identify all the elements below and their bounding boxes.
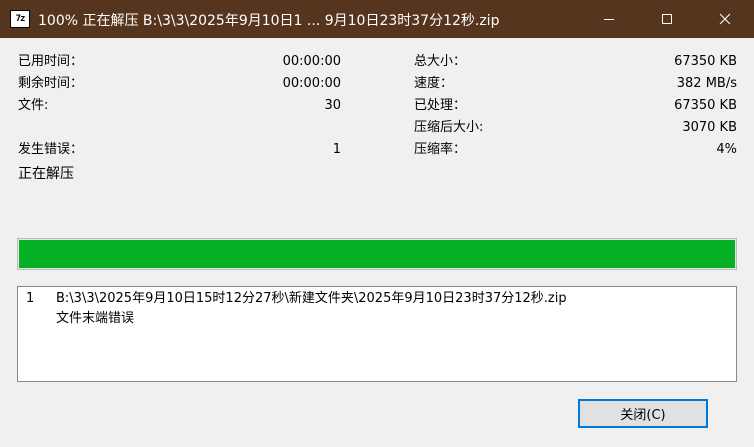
status-text: 正在解压 xyxy=(18,166,74,182)
title-bar[interactable]: 7z 100% 正在解压 B:\3\3\2025年9月10日1 ... 9月10… xyxy=(0,0,754,38)
errors-label: 发生错误： xyxy=(18,142,84,157)
speed-label: 速度： xyxy=(414,76,454,91)
minimize-button[interactable] xyxy=(580,0,638,38)
close-window-button[interactable] xyxy=(696,0,754,38)
window-title: 100% 正在解压 B:\3\3\2025年9月10日1 ... 9月10日23… xyxy=(38,13,500,29)
progress-bar-fill xyxy=(19,240,735,268)
compression-ratio-label: 压缩率： xyxy=(414,142,467,157)
progress-bar xyxy=(17,238,737,270)
close-icon xyxy=(719,13,731,25)
remaining-time-label: 剩余时间： xyxy=(18,76,84,91)
message-index: 1 xyxy=(26,291,35,306)
remaining-time-value: 00:00:00 xyxy=(282,76,341,91)
message-path: B:\3\3\2025年9月10日15时12分27秒\新建文件夹\2025年9月… xyxy=(56,291,567,306)
speed-value: 382 MB/s xyxy=(676,76,737,91)
7zip-app-icon: 7z xyxy=(10,10,30,28)
total-size-label: 总大小： xyxy=(414,54,467,69)
close-button[interactable]: 关闭(C) xyxy=(578,399,708,428)
compressed-size-value: 3070 KB xyxy=(682,120,737,135)
files-value: 30 xyxy=(324,98,341,113)
minimize-icon xyxy=(604,19,614,20)
errors-value: 1 xyxy=(332,142,341,157)
message-list[interactable]: 1 B:\3\3\2025年9月10日15时12分27秒\新建文件夹\2025年… xyxy=(17,286,737,382)
compressed-size-label: 压缩后大小: xyxy=(414,120,484,135)
elapsed-time-label: 已用时间： xyxy=(18,54,84,69)
total-size-value: 67350 KB xyxy=(674,54,737,69)
processed-label: 已处理： xyxy=(414,98,467,113)
message-error: 文件末端错误 xyxy=(56,311,135,326)
compression-ratio-value: 4% xyxy=(716,142,737,157)
maximize-icon xyxy=(662,14,672,24)
elapsed-time-value: 00:00:00 xyxy=(282,54,341,69)
processed-value: 67350 KB xyxy=(674,98,737,113)
files-label: 文件: xyxy=(18,98,49,113)
maximize-button[interactable] xyxy=(638,0,696,38)
